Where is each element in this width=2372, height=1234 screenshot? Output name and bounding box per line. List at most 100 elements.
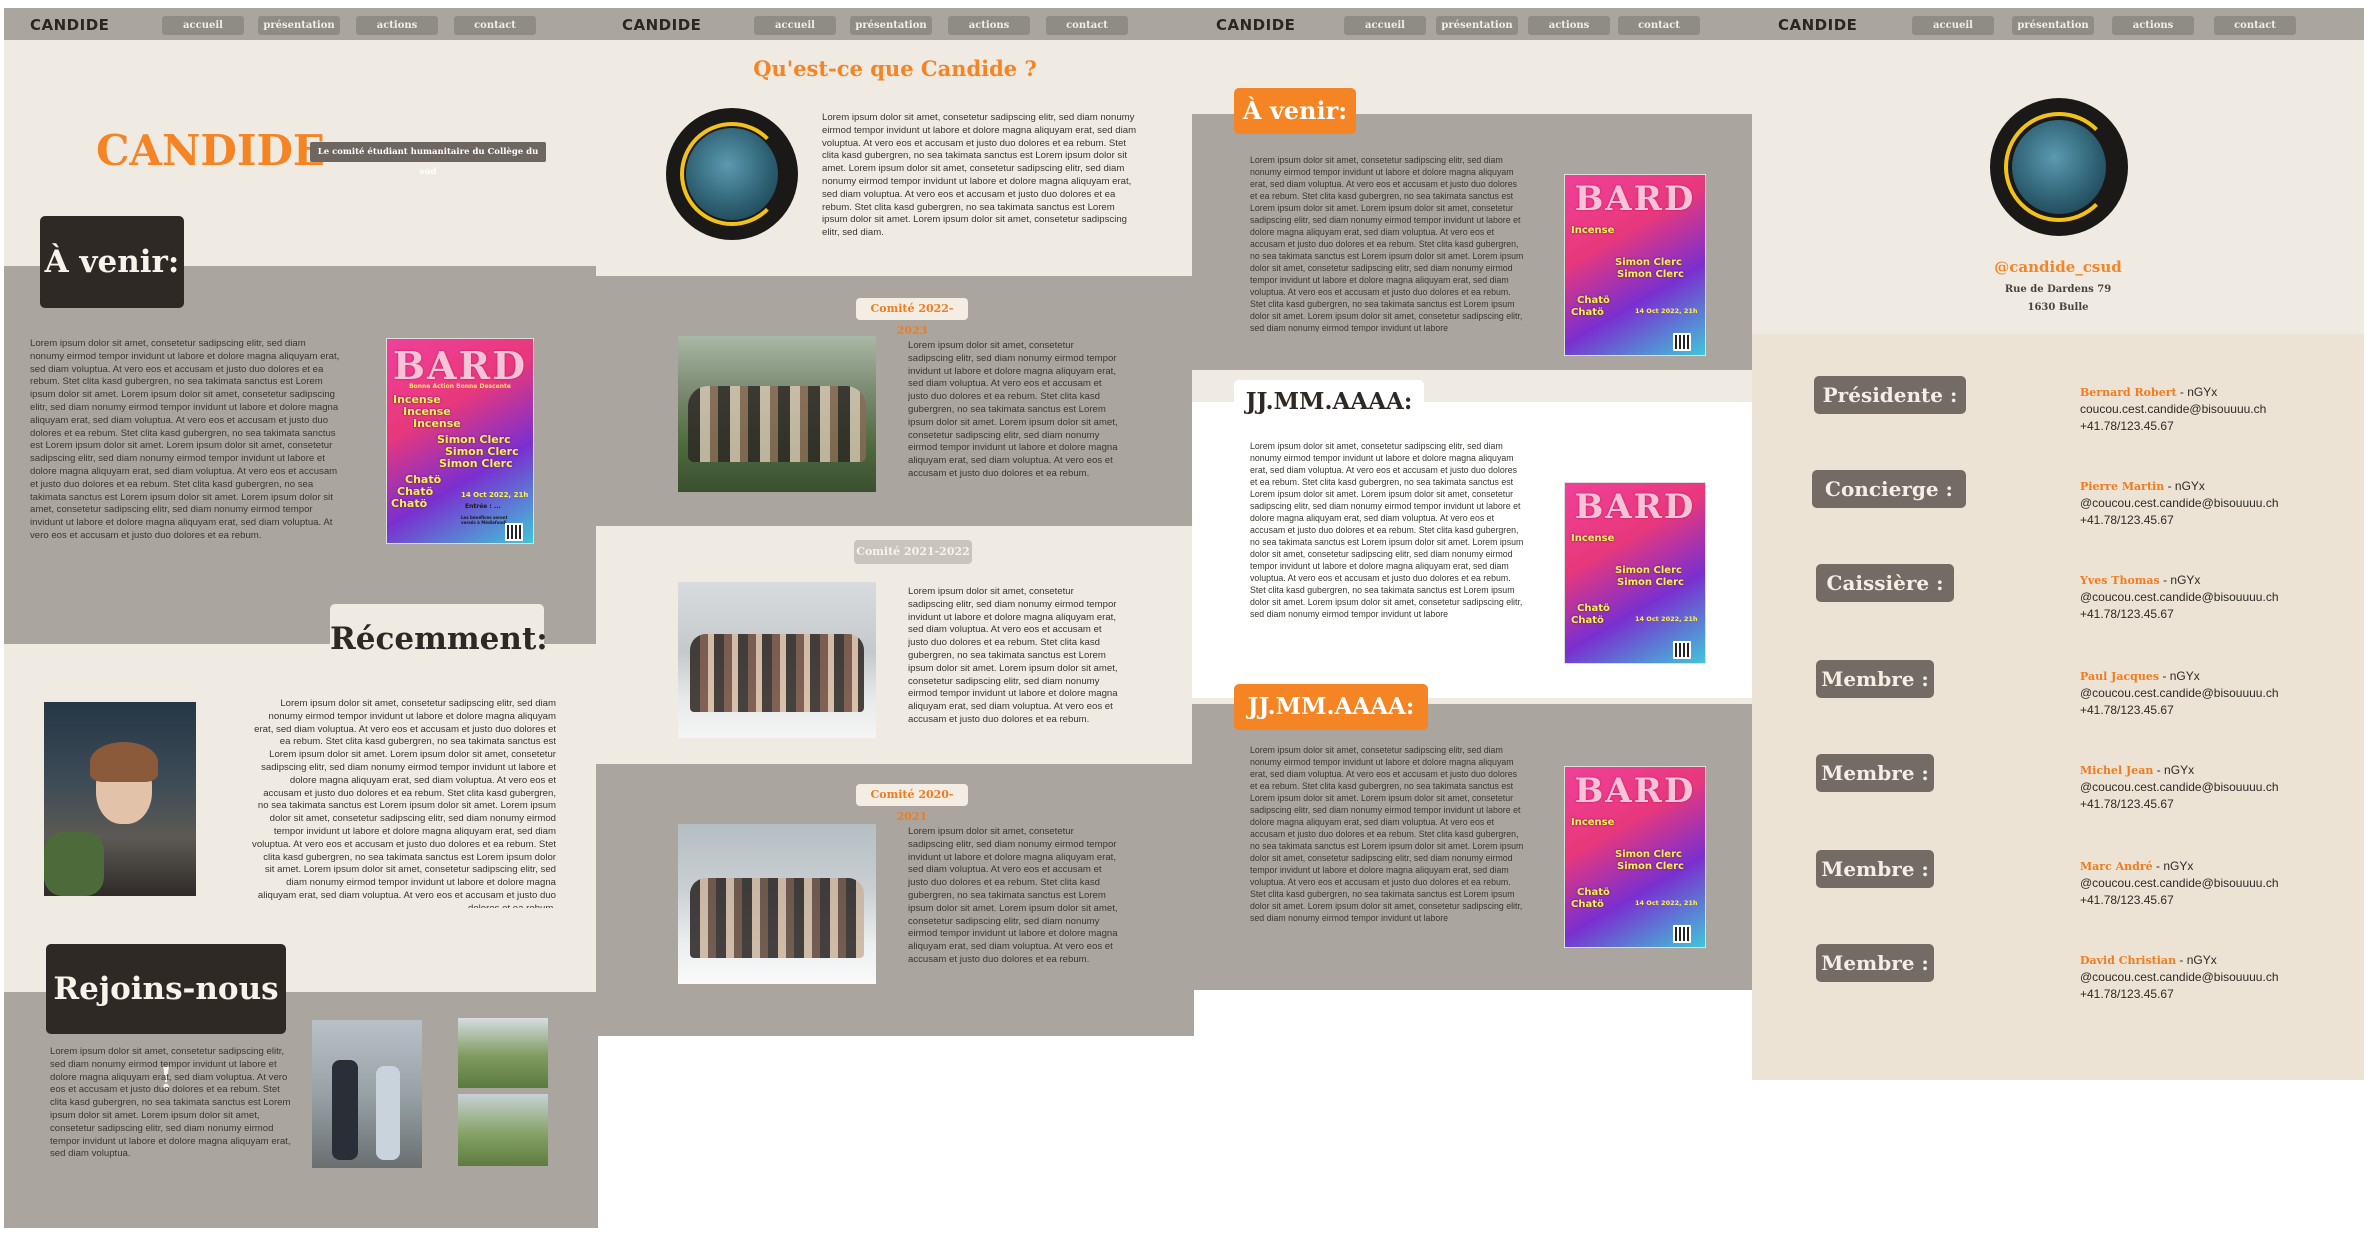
recent-text: Lorem ipsum dolor sit amet, consetetur s… (252, 698, 556, 908)
poster-date: 14 Oct 2022, 21h (1635, 899, 1698, 907)
nav-presentation-button[interactable]: présentation (2012, 16, 2094, 35)
upcoming-heading: À venir: (40, 216, 184, 308)
nav-brand[interactable]: CANDIDE (30, 16, 109, 34)
home-page: CANDIDE accueil présentation actions con… (4, 8, 598, 1228)
nav-accueil-button[interactable]: accueil (162, 16, 244, 35)
nav-actions-button[interactable]: actions (948, 16, 1030, 35)
poster-line: Simon Clerc (1617, 269, 1684, 280)
member-email[interactable]: @coucou.cest.candide@bisouuuu.ch (2080, 970, 2279, 984)
logo-ring (680, 122, 784, 226)
join-photo-2[interactable] (458, 1018, 548, 1088)
poster-line: Simon Clerc (1615, 565, 1682, 576)
nav-contact-button[interactable]: contact (2214, 16, 2296, 35)
member-suffix: - nGYx (2164, 479, 2205, 493)
nav-accueil-button[interactable]: accueil (1912, 16, 1994, 35)
poster-line: Simon Clerc (1617, 861, 1684, 872)
join-photo-3[interactable] (458, 1094, 548, 1166)
nav-contact-button[interactable]: contact (1046, 16, 1128, 35)
presentation-heading: Qu'est-ce que Candide ? (753, 56, 1037, 81)
event-poster[interactable]: BARD Inсense Simon Clerc Simon Clerc Cha… (1564, 482, 1706, 664)
poster-line: Simon Clerc (1615, 849, 1682, 860)
member-email[interactable]: @coucou.cest.candide@bisouuuu.ch (2080, 496, 2279, 510)
role-label: Caissière : (1816, 564, 1954, 602)
recent-heading: Récemment: (330, 604, 548, 670)
member-name: Paul Jacques (2080, 670, 2160, 683)
poster-date: 14 Oct 2022, 21h (1635, 307, 1698, 315)
nav-presentation-button[interactable]: présentation (258, 16, 340, 35)
member-phone[interactable]: +41.78/123.45.67 (2080, 797, 2174, 811)
nav-contact-button[interactable]: contact (454, 16, 536, 35)
logo-ring (2004, 112, 2114, 222)
nav-actions-button[interactable]: actions (1528, 16, 1610, 35)
role-label: Membre : (1816, 944, 1934, 982)
committee-year-badge: Comité 2022-2023 (856, 298, 968, 337)
upcoming-text: Lorem ipsum dolor sit amet, consetetur s… (30, 338, 340, 541)
person-hair (90, 742, 158, 782)
event-poster[interactable]: BARD Inсense Simon Clerc Simon Clerc Cha… (1564, 174, 1706, 356)
member-name: Yves Thomas (2080, 574, 2160, 587)
event-poster[interactable]: BARD Inсense Simon Clerc Simon Clerc Cha… (1564, 766, 1706, 948)
candide-logo (666, 108, 798, 240)
site-title: CANDIDE (96, 126, 325, 175)
nav-brand[interactable]: CANDIDE (1778, 16, 1857, 34)
poster-title: BARD (1574, 487, 1696, 527)
poster-line: Simon Clerc (1617, 577, 1684, 588)
role-label: Présidente : (1814, 376, 1966, 414)
poster-line: Inсense (1571, 817, 1615, 828)
instagram-handle[interactable]: @candide_csud (1752, 258, 2364, 276)
candide-logo (1990, 98, 2128, 236)
nav-brand[interactable]: CANDIDE (622, 16, 701, 34)
top-nav: CANDIDE accueil présentation actions con… (596, 8, 1194, 40)
poster-title: BARD (392, 343, 528, 388)
member-email[interactable]: @coucou.cest.candide@bisouuuu.ch (2080, 686, 2279, 700)
committee-photo-2020[interactable] (678, 824, 876, 984)
nav-accueil-button[interactable]: accueil (754, 16, 836, 35)
poster-line: Chatö (1577, 295, 1610, 306)
member-email[interactable]: @coucou.cest.candide@bisouuuu.ch (2080, 780, 2279, 794)
nav-brand[interactable]: CANDIDE (1216, 16, 1295, 34)
poster-line: Simon Clerc (439, 457, 513, 470)
nav-contact-button[interactable]: contact (1618, 16, 1700, 35)
top-nav: CANDIDE accueil présentation actions con… (4, 8, 598, 40)
member-entry: Marc André - nGYx @coucou.cest.candide@b… (2080, 858, 2279, 909)
member-phone[interactable]: +41.78/123.45.67 (2080, 893, 2174, 907)
committee-photo-2022[interactable] (678, 336, 876, 492)
role-label: Membre : (1816, 754, 1934, 792)
event-poster[interactable]: BARD Bonne Action Bonne Descente Inсense… (386, 338, 534, 544)
plant-shape (44, 832, 104, 896)
member-name: David Christian (2080, 954, 2177, 967)
poster-qr-code (505, 523, 523, 541)
poster-subtitle: Bonne Action Bonne Descente (409, 383, 511, 390)
nav-actions-button[interactable]: actions (2112, 16, 2194, 35)
address-line-2: 1630 Bulle (2027, 302, 2089, 313)
member-name: Pierre Martin (2080, 480, 2165, 493)
recent-photo[interactable] (44, 702, 196, 896)
event-heading: À venir: (1234, 88, 1356, 134)
nav-presentation-button[interactable]: présentation (850, 16, 932, 35)
poster-line: Chatö (1571, 899, 1604, 910)
poster-qr-code (1673, 925, 1691, 943)
join-photo-1[interactable] (312, 1020, 422, 1168)
poster-line: Inсense (1571, 533, 1615, 544)
event-text: Lorem ipsum dolor sit amet, consetetur s… (1250, 745, 1524, 923)
member-phone[interactable]: +41.78/123.45.67 (2080, 513, 2174, 527)
member-phone[interactable]: +41.78/123.45.67 (2080, 607, 2174, 621)
role-label: Concierge : (1812, 470, 1966, 508)
nav-presentation-button[interactable]: présentation (1436, 16, 1518, 35)
nav-accueil-button[interactable]: accueil (1344, 16, 1426, 35)
member-phone[interactable]: +41.78/123.45.67 (2080, 419, 2174, 433)
member-email[interactable]: @coucou.cest.candide@bisouuuu.ch (2080, 590, 2279, 604)
top-nav: CANDIDE accueil présentation actions con… (1192, 8, 1752, 40)
committee-year-badge: Comité 2020-2021 (856, 784, 968, 823)
member-phone[interactable]: +41.78/123.45.67 (2080, 703, 2174, 717)
committee-photo-2021[interactable] (678, 582, 876, 738)
nav-actions-button[interactable]: actions (356, 16, 438, 35)
committee-text-2022: Lorem ipsum dolor sit amet, consetetur s… (908, 340, 1118, 479)
member-phone[interactable]: +41.78/123.45.67 (2080, 987, 2174, 1001)
role-label: Membre : (1816, 660, 1934, 698)
member-email[interactable]: @coucou.cest.candide@bisouuuu.ch (2080, 876, 2279, 890)
member-email[interactable]: coucou.cest.candide@bisouuuu.ch (2080, 402, 2266, 416)
person-shape (332, 1060, 358, 1160)
committee-text-2020: Lorem ipsum dolor sit amet, consetetur s… (908, 826, 1118, 965)
event-heading: JJ.MM.AAAA: (1234, 684, 1428, 730)
